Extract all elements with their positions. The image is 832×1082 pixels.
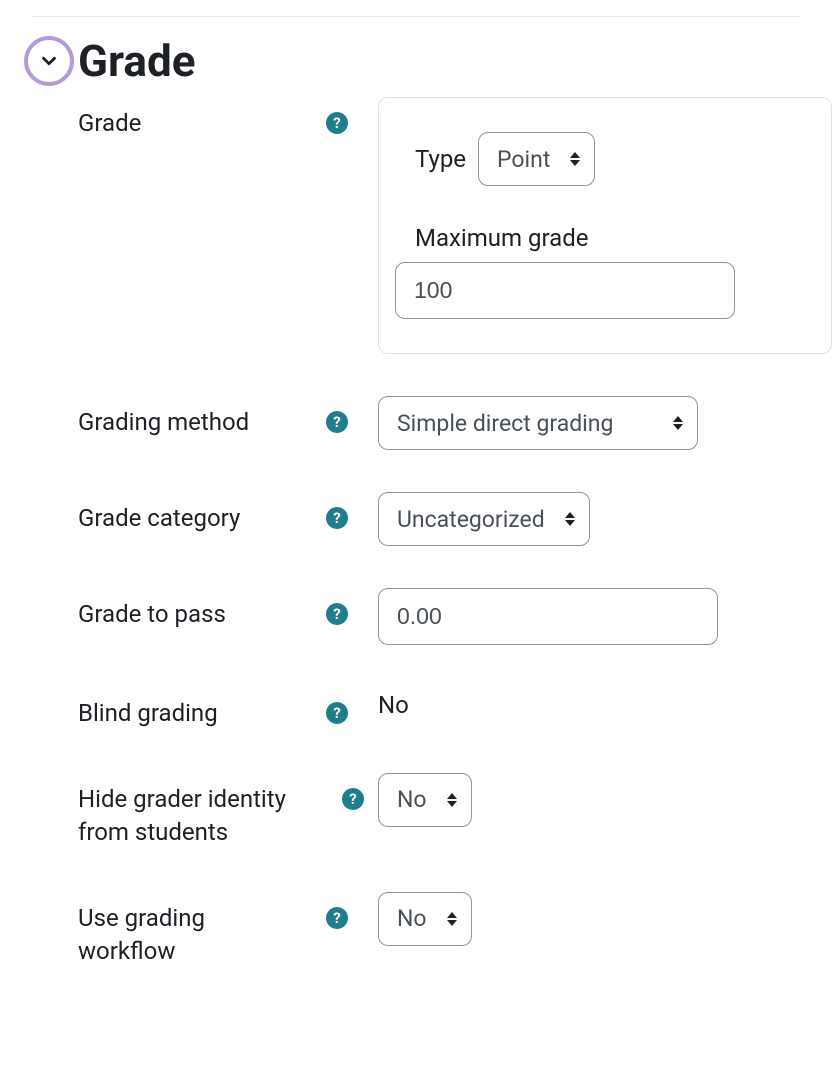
select-grade-type-value: Point [497, 146, 550, 173]
label-grade-to-pass: Grade to pass [78, 598, 226, 632]
select-grading-method[interactable]: Simple direct grading [378, 396, 698, 450]
row-grading-workflow: Use grading workflow ? No [78, 892, 832, 969]
value-blind-grading: No [378, 687, 832, 719]
label-grade-type: Type [415, 145, 466, 173]
select-caret-icon [565, 512, 575, 526]
help-icon[interactable]: ? [326, 603, 348, 625]
section-title: Grade [78, 35, 195, 87]
collapse-toggle-button[interactable] [24, 36, 74, 86]
select-grade-type[interactable]: Point [478, 132, 595, 186]
select-caret-icon [447, 793, 457, 807]
select-grade-category-value: Uncategorized [397, 506, 545, 533]
select-caret-icon [447, 912, 457, 926]
row-grade-category: Grade category ? Uncategorized [78, 492, 832, 546]
label-grade-category: Grade category [78, 502, 240, 536]
input-max-grade[interactable] [395, 262, 735, 319]
label-hide-grader: Hide grader identity from students [78, 783, 338, 850]
help-icon[interactable]: ? [326, 112, 348, 134]
row-blind-grading: Blind grading ? No [78, 687, 832, 731]
help-icon[interactable]: ? [326, 907, 348, 929]
help-icon[interactable]: ? [326, 702, 348, 724]
chevron-down-icon [38, 50, 60, 72]
row-grade-to-pass: Grade to pass ? [78, 588, 832, 645]
help-icon[interactable]: ? [326, 507, 348, 529]
label-max-grade: Maximum grade [415, 224, 811, 252]
row-hide-grader: Hide grader identity from students ? No [78, 773, 832, 850]
label-grade: Grade [78, 107, 141, 141]
select-caret-icon [673, 416, 683, 430]
label-grading-method: Grading method [78, 406, 249, 440]
select-grading-workflow-value: No [397, 905, 427, 932]
row-grading-method: Grading method ? Simple direct grading [78, 396, 832, 450]
row-grade: Grade ? Type Point Maximum grade [78, 97, 832, 354]
select-grading-workflow[interactable]: No [378, 892, 472, 946]
help-icon[interactable]: ? [342, 788, 364, 810]
select-caret-icon [570, 152, 580, 166]
select-hide-grader[interactable]: No [378, 773, 472, 827]
label-grading-workflow: Use grading workflow [78, 902, 258, 969]
form-content: Grade ? Type Point Maximum grade [0, 97, 832, 969]
input-grade-to-pass[interactable] [378, 588, 718, 645]
select-grading-method-value: Simple direct grading [397, 410, 613, 437]
label-blind-grading: Blind grading [78, 697, 218, 731]
select-hide-grader-value: No [397, 786, 427, 813]
section-header-grade: Grade [0, 17, 832, 97]
grade-nested-box: Type Point Maximum grade [378, 97, 832, 354]
help-icon[interactable]: ? [326, 411, 348, 433]
select-grade-category[interactable]: Uncategorized [378, 492, 590, 546]
